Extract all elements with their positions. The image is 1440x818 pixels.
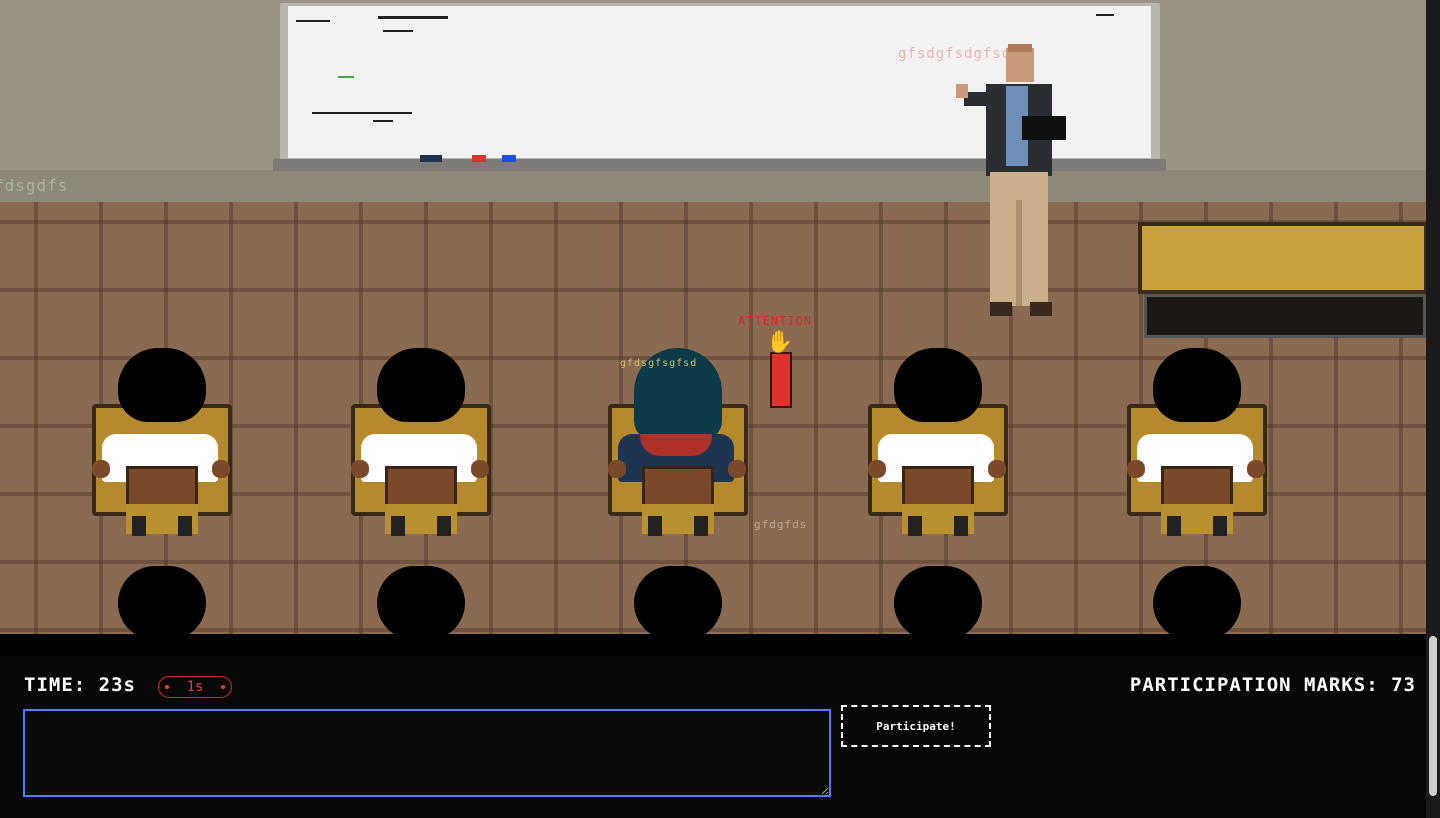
- classroom-scene: gfsdgfsdgfsd fdsgdfs gfdsgfsgfsd gfdgfds…: [0, 0, 1426, 634]
- student-arm: [728, 460, 746, 478]
- chair-leg: [908, 516, 922, 536]
- teacher: [956, 44, 1066, 316]
- student-head-back-row: [1153, 566, 1241, 634]
- participation-marks-label: PARTICIPATION MARKS:: [1129, 674, 1379, 696]
- student-head: [1153, 348, 1241, 422]
- student-arm: [988, 460, 1006, 478]
- marker: [502, 155, 516, 162]
- time-display: TIME: 23s: [24, 674, 136, 696]
- student-head-back-row: [894, 566, 982, 634]
- student-arm: [1127, 460, 1145, 478]
- student-arm: [92, 460, 110, 478]
- student-arm: [351, 460, 369, 478]
- student-head-back-row: [377, 566, 465, 634]
- wall-baseboard: [0, 170, 1426, 202]
- student-head-back-row: [118, 566, 206, 634]
- student-head: [894, 348, 982, 422]
- chair-leg: [132, 516, 146, 536]
- scrollbar-thumb[interactable]: [1429, 636, 1437, 796]
- bench-top: [1138, 222, 1426, 294]
- marker: [420, 155, 442, 162]
- chair-leg: [954, 516, 968, 536]
- board-scribble: [296, 20, 330, 22]
- student-arm: [471, 460, 489, 478]
- chair-leg: [694, 516, 708, 536]
- attention-label: ATTENTION: [738, 314, 813, 328]
- time-penalty-badge: 1s: [158, 676, 232, 698]
- student-seat: [349, 346, 499, 634]
- bench-base: [1144, 294, 1426, 338]
- student-head-back-row: [634, 566, 722, 634]
- chair-leg: [1167, 516, 1181, 536]
- student-seat: [1125, 346, 1275, 634]
- chair-leg: [437, 516, 451, 536]
- student-seat: [90, 346, 240, 634]
- player-name-tag: gfdsgfsgfsd: [620, 358, 698, 369]
- participation-marks: PARTICIPATION MARKS: 73: [1130, 674, 1416, 696]
- raised-hand-icon: ✋: [766, 330, 794, 355]
- student-seat: [866, 346, 1016, 634]
- page-scrollbar[interactable]: [1426, 0, 1440, 818]
- teacher-bench: [1138, 222, 1426, 340]
- player-collar: [640, 434, 712, 456]
- student-arm: [868, 460, 886, 478]
- chair-leg: [1213, 516, 1227, 536]
- chair-leg: [178, 516, 192, 536]
- floating-name: gfdgfds: [754, 518, 808, 531]
- time-value: 23s: [98, 674, 136, 696]
- answer-input[interactable]: [23, 709, 831, 797]
- chair-leg: [391, 516, 405, 536]
- player-student: [606, 346, 756, 634]
- student-arm: [608, 460, 626, 478]
- board-scribble: [383, 30, 413, 32]
- marker: [472, 155, 486, 162]
- board-scribble: [373, 120, 393, 122]
- student-arm: [212, 460, 230, 478]
- participate-button[interactable]: Participate!: [841, 705, 991, 747]
- board-scribble: [1096, 14, 1114, 16]
- board-scribble: [312, 112, 412, 114]
- time-label: TIME:: [24, 674, 87, 696]
- board-scribble: [338, 76, 354, 78]
- floating-name: fdsgdfs: [0, 176, 69, 195]
- participation-marks-value: 73: [1391, 674, 1416, 696]
- attention-meter: [770, 352, 792, 408]
- student-arm: [1247, 460, 1265, 478]
- student-head: [118, 348, 206, 422]
- chair-leg: [648, 516, 662, 536]
- board-scribble: [378, 16, 448, 19]
- student-head: [377, 348, 465, 422]
